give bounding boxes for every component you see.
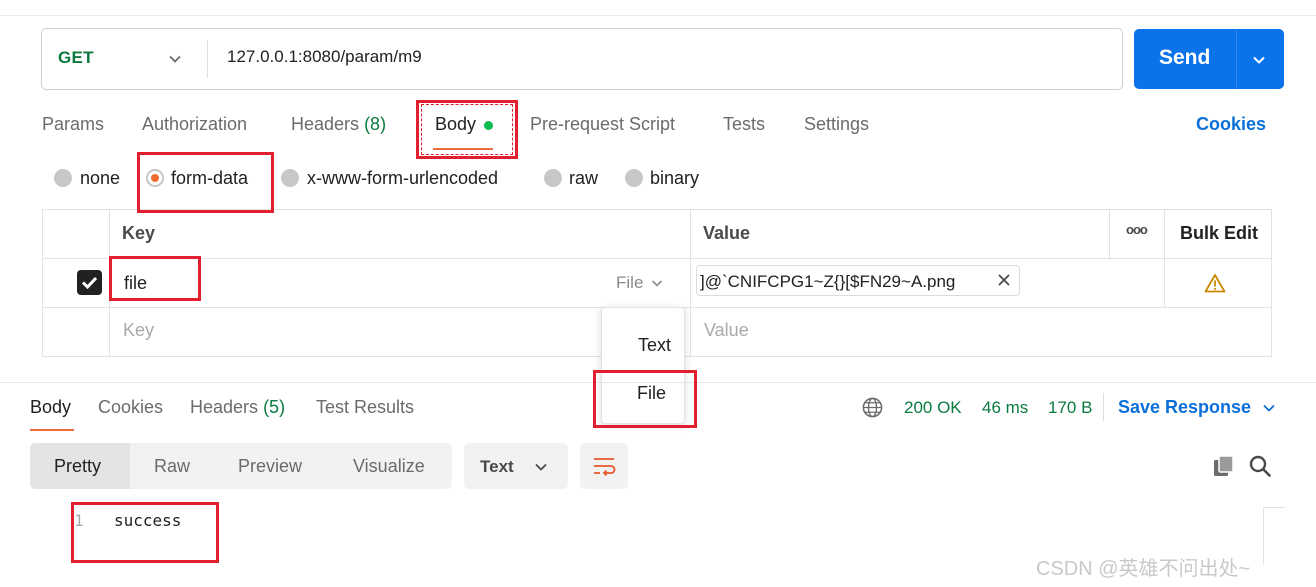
table-divider — [690, 209, 691, 357]
window-top-edge — [0, 0, 1316, 16]
tab-headers[interactable]: Headers (8) — [291, 114, 386, 135]
annotation-box-file-option — [593, 370, 697, 428]
chevron-down-icon[interactable] — [1260, 399, 1278, 417]
radio-none-label[interactable]: none — [80, 168, 120, 189]
value-column-header: Value — [703, 223, 751, 243]
scrollbar-track[interactable] — [1263, 507, 1285, 565]
tab-tests[interactable]: Tests — [723, 114, 765, 135]
globe-icon[interactable] — [861, 396, 884, 419]
send-options-chevron-icon[interactable] — [1250, 51, 1268, 69]
url-input[interactable]: 127.0.0.1:8080/param/m9 — [227, 47, 422, 67]
view-visualize[interactable]: Visualize — [353, 456, 425, 477]
annotation-box-key — [109, 256, 201, 301]
active-tab-underline — [30, 429, 74, 431]
tab-params[interactable]: Params — [42, 114, 104, 135]
more-options-icon[interactable]: ooo — [1126, 222, 1148, 237]
radio-none[interactable] — [54, 169, 72, 187]
radio-urlencoded[interactable] — [281, 169, 299, 187]
status-divider — [1103, 393, 1104, 421]
check-icon — [81, 276, 98, 290]
chevron-down-icon[interactable] — [166, 50, 184, 68]
file-name: ]@`CNIFCPG1~Z{}[$FN29~A.png — [700, 272, 956, 291]
chevron-down-icon[interactable] — [649, 275, 665, 291]
response-tab-headers[interactable]: Headers (5) — [190, 397, 285, 418]
dropdown-option-text[interactable]: Text — [638, 335, 671, 356]
tab-prerequest-script[interactable]: Pre-request Script — [530, 114, 675, 135]
radio-raw[interactable] — [544, 169, 562, 187]
response-tab-test-results[interactable]: Test Results — [316, 397, 414, 418]
warning-icon — [1204, 274, 1226, 293]
copy-icon[interactable] — [1212, 454, 1236, 478]
row-enable-checkbox[interactable] — [77, 270, 102, 295]
url-divider — [207, 40, 208, 78]
send-button-label[interactable]: Send — [1159, 46, 1210, 70]
chevron-down-icon[interactable] — [532, 458, 550, 476]
method-select[interactable]: GET — [58, 48, 94, 68]
response-tab-headers-count: (5) — [263, 397, 286, 417]
new-key-input[interactable]: Key — [123, 320, 154, 341]
radio-binary-label[interactable]: binary — [650, 168, 699, 189]
view-preview[interactable]: Preview — [238, 456, 302, 477]
annotation-box-form-data — [137, 152, 274, 213]
close-icon[interactable] — [995, 271, 1013, 289]
table-divider — [1164, 209, 1165, 308]
response-size[interactable]: 170 B — [1048, 398, 1092, 418]
table-divider — [1109, 209, 1110, 258]
row-type-select[interactable]: File — [616, 273, 643, 293]
wrap-lines-icon[interactable] — [591, 455, 617, 477]
tab-settings[interactable]: Settings — [804, 114, 869, 135]
save-response-button[interactable]: Save Response — [1118, 397, 1251, 418]
radio-binary[interactable] — [625, 169, 643, 187]
response-tab-body[interactable]: Body — [30, 397, 71, 418]
tab-headers-label: Headers — [291, 114, 360, 134]
annotation-box-response — [71, 502, 219, 563]
url-bar — [41, 28, 1123, 90]
tab-headers-count: (8) — [364, 114, 387, 134]
radio-raw-label[interactable]: raw — [569, 168, 598, 189]
response-time[interactable]: 46 ms — [982, 398, 1028, 418]
key-column-header: Key — [122, 223, 156, 243]
send-divider — [1236, 29, 1237, 89]
view-pretty[interactable]: Pretty — [54, 456, 101, 477]
cookies-link[interactable]: Cookies — [1196, 114, 1266, 135]
response-tab-headers-label: Headers — [190, 397, 259, 417]
search-icon[interactable] — [1248, 454, 1272, 478]
tab-authorization[interactable]: Authorization — [142, 114, 247, 135]
response-tab-cookies[interactable]: Cookies — [98, 397, 163, 418]
new-value-input[interactable]: Value — [704, 320, 749, 341]
view-raw[interactable]: Raw — [154, 456, 190, 477]
table-divider — [42, 258, 1272, 259]
watermark: CSDN @英雄不问出处~ — [1036, 558, 1251, 580]
annotation-dashed-box — [421, 104, 513, 155]
radio-urlencoded-label[interactable]: x-www-form-urlencoded — [307, 168, 498, 189]
status-code[interactable]: 200 OK — [904, 398, 962, 418]
format-select-label[interactable]: Text — [480, 457, 514, 477]
bulk-edit-button[interactable]: Bulk Edit — [1180, 223, 1258, 244]
